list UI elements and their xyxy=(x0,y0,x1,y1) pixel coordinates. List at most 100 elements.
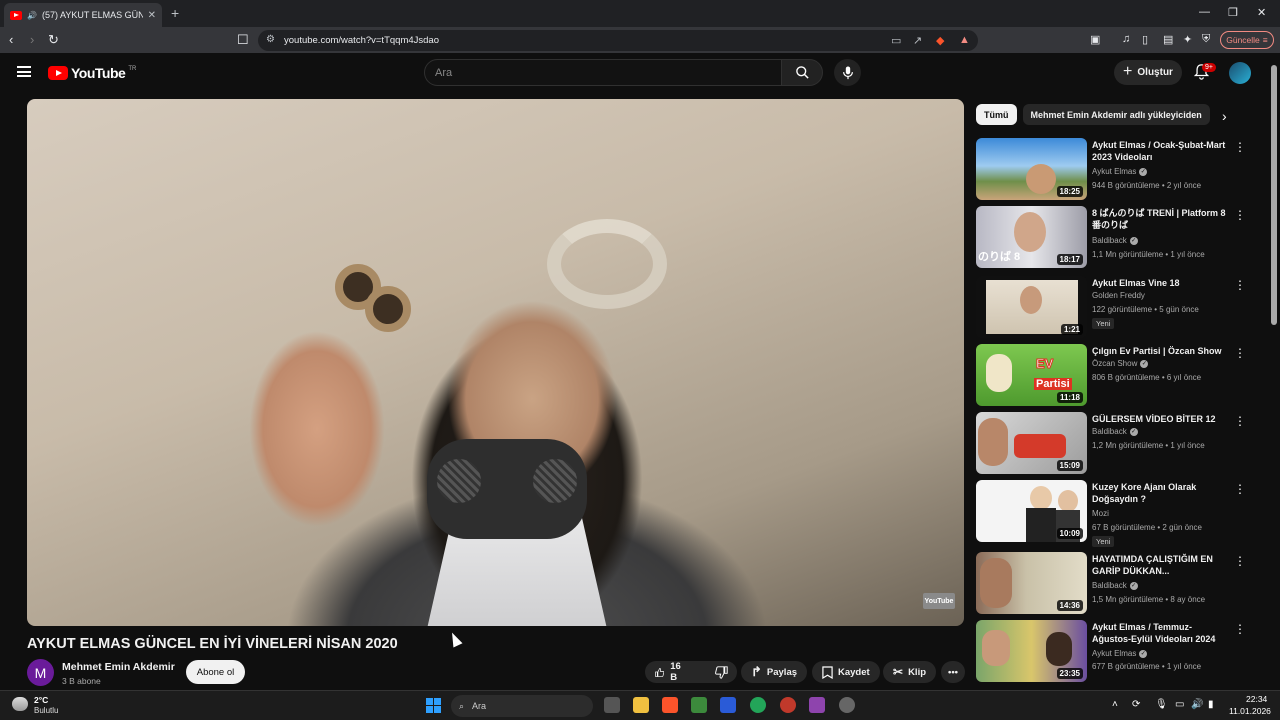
windows-start-icon[interactable] xyxy=(426,698,441,713)
search-field[interactable] xyxy=(424,59,782,86)
recommendation-title[interactable]: HAYATIMDA ÇALIŞTIĞIM EN GARİP DÜKKAN... xyxy=(1092,553,1228,577)
like-button[interactable]: 16 B xyxy=(645,661,695,683)
recommendation-item[interactable]: 15:09 GÜLERSEM VİDEO BİTER 12 Baldiback ✓… xyxy=(976,412,1266,474)
forward-icon[interactable]: › xyxy=(30,32,34,47)
recommendation-item[interactable]: 1:21 Aykut Elmas Vine 18 Golden Freddy 1… xyxy=(976,276,1266,338)
recommendation-item[interactable]: EV Partisi 11:18 Çılgın Ev Partisi | Özc… xyxy=(976,344,1266,406)
video-thumbnail[interactable]: 14:36 xyxy=(976,552,1087,614)
brave-browser-icon[interactable] xyxy=(662,697,678,713)
chevron-up-icon[interactable]: ˄ xyxy=(1112,699,1118,710)
update-button[interactable]: Güncelle ≡ xyxy=(1220,31,1274,49)
recommendation-title[interactable]: 8 ばんのりば TRENİ | Platform 8 番のりば xyxy=(1092,207,1228,231)
brave-shield-icon[interactable]: ◆ xyxy=(936,34,944,47)
search-button[interactable] xyxy=(781,59,823,86)
display-icon[interactable]: ▭ xyxy=(1175,699,1184,710)
cloud-icon[interactable] xyxy=(12,697,28,711)
rewards-icon[interactable]: ▲ xyxy=(959,34,970,46)
chevron-right-icon[interactable]: › xyxy=(1222,108,1227,124)
bookmark-icon[interactable]: ☐ xyxy=(237,32,249,48)
site-info-icon[interactable]: ⚙ xyxy=(266,34,275,45)
recommendation-channel[interactable]: Baldiback ✓ xyxy=(1092,581,1138,590)
speaker-icon[interactable]: 🔊 xyxy=(27,11,37,20)
minimize-icon[interactable]: — xyxy=(1199,6,1210,18)
recommendation-item[interactable]: 18:25 Aykut Elmas / Ocak-Şubat-Mart 2023… xyxy=(976,138,1266,200)
recommendation-channel[interactable]: Özcan Show ✓ xyxy=(1092,359,1149,368)
close-tab-icon[interactable]: ✕ xyxy=(148,10,156,21)
video-thumbnail[interactable]: 23:35 xyxy=(976,620,1087,682)
recommendation-item[interactable]: 14:36 HAYATIMDA ÇALIŞTIĞIM EN GARİP DÜKK… xyxy=(976,552,1266,614)
share-icon[interactable]: ↗ xyxy=(913,34,922,47)
more-vertical-icon[interactable]: ⋮ xyxy=(1234,622,1246,636)
battery-icon[interactable]: ▮ xyxy=(1208,699,1214,710)
recommendation-item[interactable]: 10:09 Kuzey Kore Ajanı Olarak Doğsaydın … xyxy=(976,480,1266,547)
weather-description[interactable]: Bulutlu xyxy=(34,706,58,715)
channel-name[interactable]: Mehmet Emin Akdemir xyxy=(62,661,175,673)
new-tab-icon[interactable]: + xyxy=(171,5,179,21)
save-button[interactable]: Kaydet xyxy=(812,661,880,683)
close-window-icon[interactable]: ✕ xyxy=(1257,6,1266,19)
recommendation-title[interactable]: Aykut Elmas Vine 18 xyxy=(1092,277,1228,289)
more-vertical-icon[interactable]: ⋮ xyxy=(1234,346,1246,360)
utorrent-icon[interactable] xyxy=(750,697,766,713)
dislike-button[interactable] xyxy=(705,661,738,683)
recommendation-title[interactable]: Kuzey Kore Ajanı Olarak Doğsaydın ? xyxy=(1092,481,1228,505)
recommendation-channel[interactable]: Mozi xyxy=(1092,509,1109,518)
more-vertical-icon[interactable]: ⋮ xyxy=(1234,208,1246,222)
recorder-icon[interactable] xyxy=(780,697,796,713)
more-vertical-icon[interactable]: ⋮ xyxy=(1234,554,1246,568)
restore-icon[interactable]: ❐ xyxy=(1228,6,1238,19)
clock-date[interactable]: 11.01.2026 xyxy=(1229,706,1271,716)
recommendation-channel[interactable]: Golden Freddy xyxy=(1092,291,1145,300)
search-input[interactable] xyxy=(425,60,781,85)
weather-temperature[interactable]: 2°C xyxy=(34,695,48,705)
more-actions-button[interactable]: ••• xyxy=(941,661,965,683)
page-scrollbar[interactable] xyxy=(1271,65,1277,325)
chip-uploader[interactable]: Mehmet Emin Akdemir adlı yükleyiciden xyxy=(1022,104,1210,125)
recommendation-title[interactable]: Aykut Elmas / Temmuz-Ağustos-Eylül Video… xyxy=(1092,621,1228,645)
youtube-logo[interactable]: YouTube TR xyxy=(48,65,136,81)
address-bar[interactable]: ⚙ youtube.com/watch?v=tTqqm4Jsdao ▭ ↗ ◆ … xyxy=(258,30,978,51)
recommendation-channel[interactable]: Aykut Elmas ✓ xyxy=(1092,167,1148,176)
recommendation-title[interactable]: Çılgın Ev Partisi | Özcan Show xyxy=(1092,345,1228,357)
channel-avatar[interactable]: M xyxy=(27,659,54,686)
more-vertical-icon[interactable]: ⋮ xyxy=(1234,482,1246,496)
music-icon[interactable]: ♫ xyxy=(1122,33,1130,45)
chip-all[interactable]: Tümü xyxy=(976,104,1017,125)
taskbar-search[interactable]: ⌕ Ara xyxy=(451,695,593,717)
browser-tab[interactable]: 🔊 (57) AYKUT ELMAS GÜNCEL E ✕ xyxy=(4,3,162,27)
share-button[interactable]: ↱ Paylaş xyxy=(741,661,808,683)
video-thumbnail[interactable]: のりば 8 18:17 xyxy=(976,206,1087,268)
recommendation-item[interactable]: 23:35 Aykut Elmas / Temmuz-Ağustos-Eylül… xyxy=(976,620,1266,682)
back-icon[interactable]: ‹ xyxy=(9,32,13,47)
video-thumbnail[interactable]: 1:21 xyxy=(976,276,1087,338)
recommendation-channel[interactable]: Baldiback ✓ xyxy=(1092,236,1138,245)
video-thumbnail[interactable]: 18:25 xyxy=(976,138,1087,200)
recommendation-channel[interactable]: Aykut Elmas ✓ xyxy=(1092,649,1148,658)
url-text[interactable]: youtube.com/watch?v=tTqqm4Jsdao xyxy=(284,35,439,46)
volume-icon[interactable]: 🔊 xyxy=(1191,699,1203,710)
wallet-icon[interactable]: ▤ xyxy=(1163,33,1173,46)
microphone-tray-icon[interactable]: 🎙 xyxy=(1155,699,1168,710)
more-vertical-icon[interactable]: ⋮ xyxy=(1234,140,1246,154)
clip-button[interactable]: ✂ Klip xyxy=(883,661,937,683)
file-explorer-icon[interactable] xyxy=(633,697,649,713)
video-thumbnail[interactable]: EV Partisi 11:18 xyxy=(976,344,1087,406)
more-vertical-icon[interactable]: ⋮ xyxy=(1234,414,1246,428)
sidebar-icon[interactable]: ▯ xyxy=(1142,33,1148,46)
account-avatar[interactable] xyxy=(1229,62,1251,84)
clock-time[interactable]: 22:34 xyxy=(1246,694,1267,704)
video-thumbnail[interactable]: 15:09 xyxy=(976,412,1087,474)
recommendation-title[interactable]: Aykut Elmas / Ocak-Şubat-Mart 2023 Video… xyxy=(1092,139,1228,163)
hamburger-menu-icon[interactable] xyxy=(17,66,31,77)
video-player[interactable]: YouTube xyxy=(27,99,964,626)
subscribe-button[interactable]: Abone ol xyxy=(186,660,245,684)
reload-icon[interactable]: ↻ xyxy=(48,32,59,48)
extension-icon[interactable]: ▣ xyxy=(1090,33,1100,46)
app-icon[interactable] xyxy=(720,697,736,713)
cast-icon[interactable]: ▭ xyxy=(891,34,901,47)
recommendation-title[interactable]: GÜLERSEM VİDEO BİTER 12 xyxy=(1092,413,1228,425)
recommendation-item[interactable]: のりば 8 18:17 8 ばんのりば TRENİ | Platform 8 番… xyxy=(976,206,1266,268)
video-thumbnail[interactable]: 10:09 xyxy=(976,480,1087,542)
minecraft-icon[interactable] xyxy=(691,697,707,713)
create-button[interactable]: + Oluştur xyxy=(1114,60,1182,85)
